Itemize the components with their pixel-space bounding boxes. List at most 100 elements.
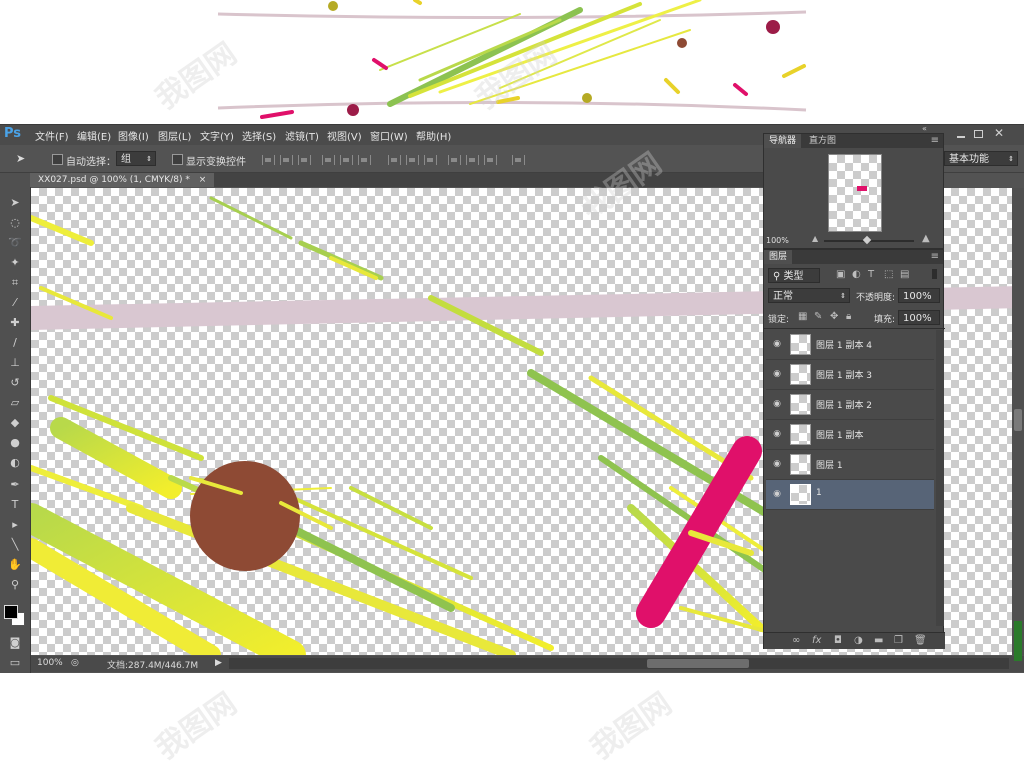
eraser-tool[interactable]: ▱ [6, 395, 24, 411]
menu-help[interactable]: 帮助(H) [416, 128, 451, 143]
panel-menu-icon[interactable]: ≡ [931, 135, 939, 146]
bucket-tool[interactable]: ◆ [6, 415, 24, 431]
hand-tool[interactable]: ✋ [6, 557, 24, 573]
layer-row[interactable]: ◉ 图层 1 [766, 450, 934, 480]
distribute-top-icon[interactable] [388, 155, 401, 165]
fx-icon[interactable]: fx [812, 635, 821, 646]
distribute-bottom-icon[interactable] [424, 155, 437, 165]
tab-histogram[interactable]: 直方图 [804, 134, 841, 148]
zoom-slider-handle[interactable] [862, 235, 872, 245]
auto-align-icon[interactable] [512, 155, 525, 165]
navigator-thumbnail[interactable] [828, 154, 882, 232]
pen-tool[interactable]: ✒ [6, 477, 24, 493]
menu-select[interactable]: 选择(S) [242, 128, 276, 143]
eyedropper-tool[interactable]: ⁄ [6, 295, 24, 311]
document-tab[interactable]: XX027.psd @ 100% (1, CMYK/8) * × [30, 173, 215, 187]
align-vcenter-icon[interactable] [280, 155, 293, 165]
layer-row[interactable]: ◉ 图层 1 副本 3 [766, 360, 934, 390]
menu-filter[interactable]: 滤镜(T) [285, 128, 319, 143]
zoom-out-icon[interactable]: ▲ [812, 234, 818, 243]
layer-row[interactable]: ◉ 图层 1 副本 2 [766, 390, 934, 420]
auto-select-checkbox[interactable] [52, 154, 63, 165]
healing-tool[interactable]: ✚ [6, 315, 24, 331]
menu-image[interactable]: 图像(I) [118, 128, 149, 143]
minimize-button[interactable] [955, 128, 967, 140]
type-tool[interactable]: T [6, 497, 24, 513]
zoom-slider[interactable] [824, 235, 914, 245]
horizontal-scrollbar[interactable] [229, 658, 1009, 669]
eye-icon[interactable]: ◉ [772, 369, 782, 379]
collapse-panels-button[interactable]: « [922, 125, 942, 133]
line-tool[interactable]: ╲ [6, 537, 24, 553]
new-layer-icon[interactable]: ❐ [894, 635, 903, 646]
navigator-zoom[interactable]: 100% [766, 236, 789, 245]
filter-type-icon[interactable]: T [868, 269, 874, 280]
close-tab-icon[interactable]: × [199, 175, 207, 185]
opacity-field[interactable]: 100% [898, 288, 940, 303]
folder-icon[interactable]: ▬ [874, 635, 883, 646]
lock-all-icon[interactable]: 🔒︎ [846, 311, 851, 322]
filter-adjustment-icon[interactable]: ◐ [852, 269, 861, 280]
path-select-tool[interactable]: ▸ [6, 517, 24, 533]
zoom-tool[interactable]: ⚲ [6, 577, 24, 593]
dodge-tool[interactable]: ◐ [6, 455, 24, 471]
brush-tool[interactable]: / [6, 335, 24, 351]
menu-window[interactable]: 窗口(W) [370, 128, 408, 143]
filter-smart-object-icon[interactable]: ▤ [900, 269, 909, 280]
panel-menu-icon[interactable]: ≡ [931, 251, 939, 262]
layer-filter-dropdown[interactable]: ⚲ 类型 [768, 268, 820, 283]
vertical-scrollbar[interactable] [1012, 188, 1024, 655]
move-tool[interactable]: ➤ [6, 195, 24, 211]
scrollbar-thumb[interactable] [647, 659, 749, 668]
layers-scrollbar[interactable] [936, 330, 944, 626]
move-tool-preset[interactable]: ➤ [16, 152, 36, 166]
layer-row[interactable]: ◉ 图层 1 副本 4 [766, 330, 934, 360]
lock-position-icon[interactable]: ✥ [830, 311, 838, 322]
lock-paint-icon[interactable]: ✎ [814, 311, 822, 322]
eye-icon[interactable]: ◉ [772, 489, 782, 499]
tab-navigator[interactable]: 导航器 [764, 134, 802, 148]
vertical-scrollbar-thumb[interactable] [1014, 409, 1022, 431]
filter-shape-icon[interactable]: ⬚ [884, 269, 893, 280]
zoom-level[interactable]: 100% [37, 658, 63, 668]
menu-type[interactable]: 文字(Y) [200, 128, 234, 143]
blur-tool[interactable]: ● [6, 435, 24, 451]
restore-button[interactable] [972, 128, 984, 140]
navigator-view-box[interactable] [857, 186, 867, 191]
screen-mode-button[interactable]: ▭ [6, 655, 24, 671]
align-hcenter-icon[interactable] [340, 155, 353, 165]
menu-view[interactable]: 视图(V) [327, 128, 362, 143]
align-left-icon[interactable] [322, 155, 335, 165]
layer-row[interactable]: ◉ 图层 1 副本 [766, 420, 934, 450]
eye-icon[interactable]: ◉ [772, 459, 782, 469]
menu-file[interactable]: 文件(F) [35, 128, 69, 143]
history-brush-tool[interactable]: ↺ [6, 375, 24, 391]
show-transform-checkbox[interactable] [172, 154, 183, 165]
align-right-icon[interactable] [358, 155, 371, 165]
quick-mask-button[interactable]: ◙ [6, 635, 24, 651]
auto-select-dropdown[interactable]: 组 ⇕ [116, 151, 156, 166]
status-menu-arrow-icon[interactable]: ▶ [215, 658, 222, 668]
distribute-hcenter-icon[interactable] [466, 155, 479, 165]
status-options-icon[interactable]: ◎ [71, 658, 79, 668]
blend-mode-dropdown[interactable]: 正常 ⇕ [768, 288, 850, 303]
mask-icon[interactable]: ◘ [834, 635, 842, 646]
close-button[interactable]: ✕ [992, 126, 1006, 140]
menu-layer[interactable]: 图层(L) [158, 128, 191, 143]
distribute-vcenter-icon[interactable] [406, 155, 419, 165]
stamp-tool[interactable]: ⊥ [6, 355, 24, 371]
distribute-left-icon[interactable] [448, 155, 461, 165]
menu-edit[interactable]: 编辑(E) [77, 128, 111, 143]
trash-icon[interactable]: 🗑︎ [914, 635, 927, 646]
adjustment-icon[interactable]: ◑ [854, 635, 863, 646]
eye-icon[interactable]: ◉ [772, 429, 782, 439]
eye-icon[interactable]: ◉ [772, 399, 782, 409]
eye-icon[interactable]: ◉ [772, 339, 782, 349]
foreground-color-swatch[interactable] [4, 605, 18, 619]
workspace-dropdown[interactable]: 基本功能 ⇕ [944, 151, 1018, 166]
link-icon[interactable]: ∞ [792, 635, 800, 646]
fill-field[interactable]: 100% [898, 310, 940, 325]
filter-pixel-icon[interactable]: ▣ [836, 269, 845, 280]
lasso-tool[interactable]: ➰ [6, 235, 24, 251]
tab-layers[interactable]: 图层 [764, 250, 793, 264]
